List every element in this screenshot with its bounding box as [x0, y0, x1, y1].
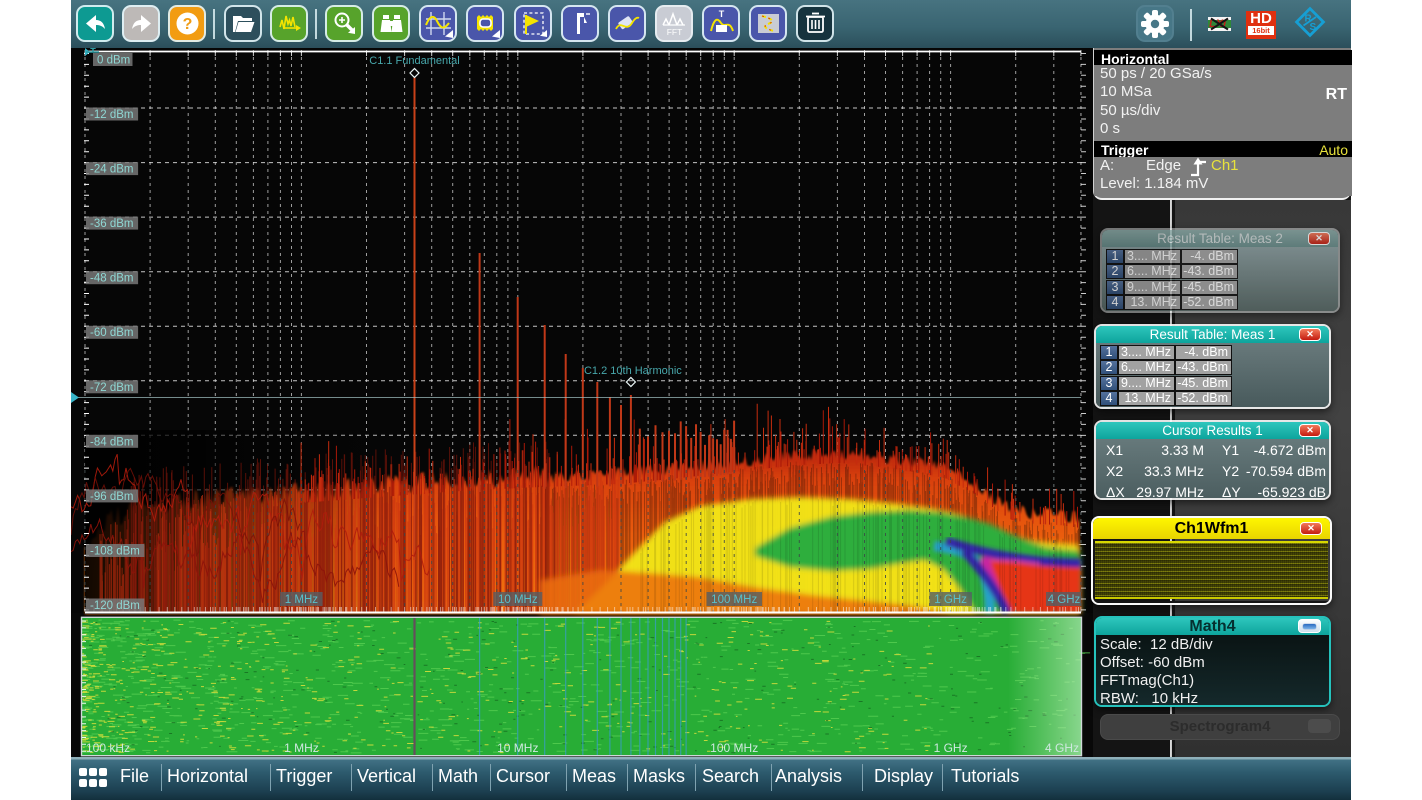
svg-text:-36 dBm: -36 dBm	[90, 218, 133, 230]
svg-text:4 GHz: 4 GHz	[1045, 741, 1079, 755]
svg-text:-12 dBm: -12 dBm	[90, 109, 133, 121]
svg-text:-60 dBm: -60 dBm	[90, 327, 133, 339]
svg-text:0 dBm: 0 dBm	[97, 55, 130, 67]
svg-text:-72 dBm: -72 dBm	[90, 382, 133, 394]
svg-text:-24 dBm: -24 dBm	[90, 164, 133, 176]
svg-text:?: ?	[182, 16, 192, 33]
svg-text:C1.2 10th Harmonic: C1.2 10th Harmonic	[584, 365, 682, 377]
svg-text:100 MHz: 100 MHz	[711, 594, 757, 606]
svg-text:10 MHz: 10 MHz	[497, 741, 538, 755]
svg-text:-108 dBm: -108 dBm	[90, 546, 140, 558]
svg-text:-84 dBm: -84 dBm	[90, 436, 133, 448]
svg-text:1 GHz: 1 GHz	[934, 741, 968, 755]
svg-text:-120 dBm: -120 dBm	[90, 600, 140, 612]
svg-text:10 MHz: 10 MHz	[498, 594, 538, 606]
svg-text:S: S	[1310, 22, 1317, 33]
svg-text:100 MHz: 100 MHz	[710, 741, 758, 755]
svg-text:C1.1 Fundamental: C1.1 Fundamental	[369, 55, 460, 67]
svg-text:-96 dBm: -96 dBm	[90, 491, 133, 503]
svg-text:-48 dBm: -48 dBm	[90, 273, 133, 285]
svg-text:4 GHz: 4 GHz	[1048, 594, 1081, 606]
svg-text:1 MHz: 1 MHz	[285, 594, 318, 606]
svg-text:T: T	[718, 9, 724, 19]
svg-text:FFT: FFT	[666, 27, 682, 37]
svg-text:1 MHz: 1 MHz	[284, 741, 319, 755]
svg-text:100 kHz: 100 kHz	[86, 741, 130, 755]
svg-text:1 GHz: 1 GHz	[934, 594, 967, 606]
